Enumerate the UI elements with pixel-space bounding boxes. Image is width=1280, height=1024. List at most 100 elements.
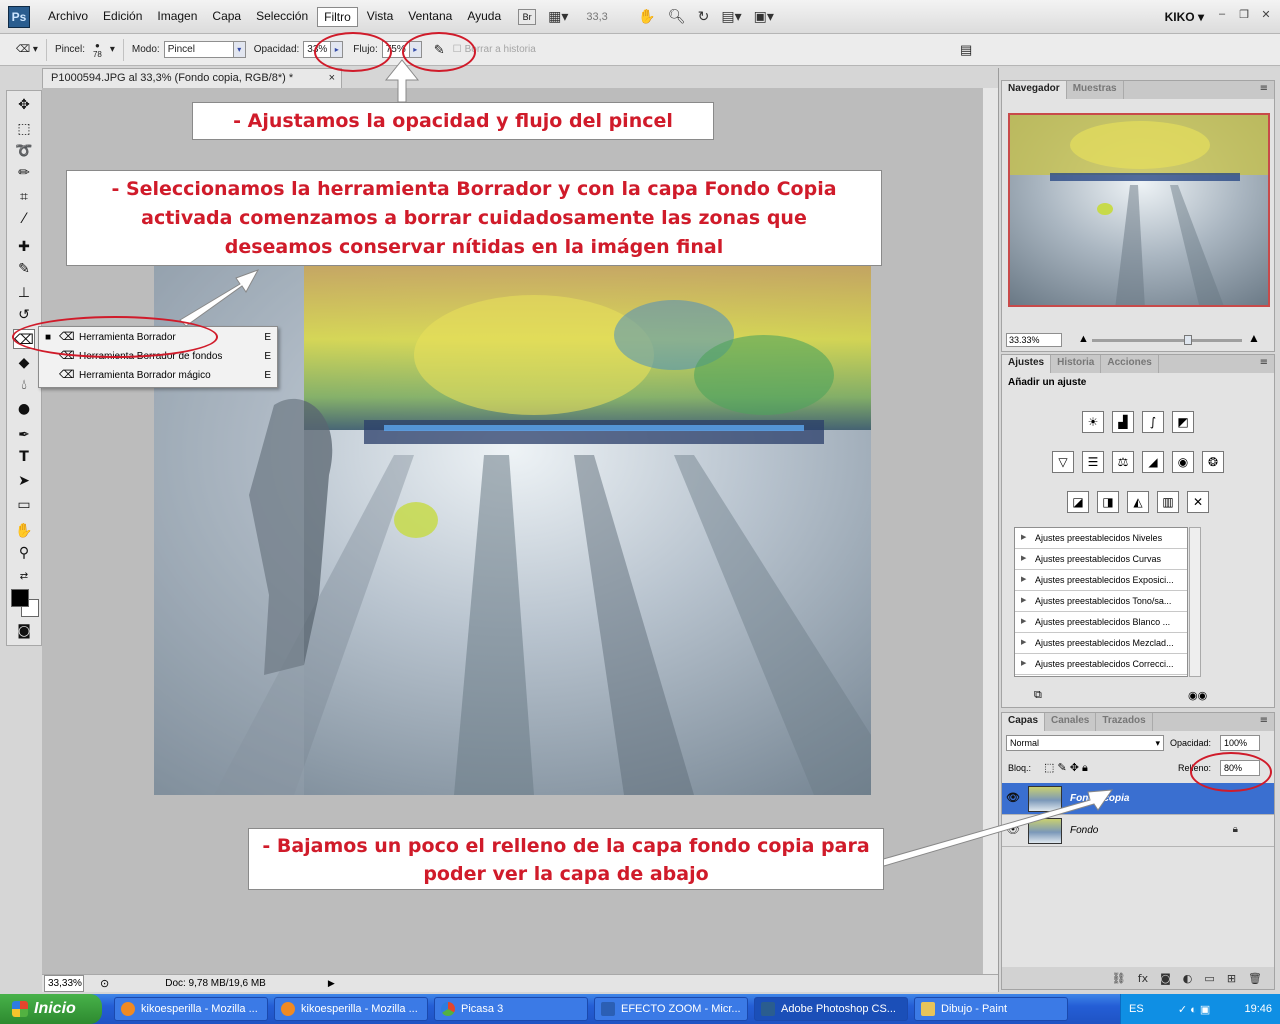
type-tool-icon[interactable]: T <box>13 447 35 467</box>
blend-mode-select[interactable]: Normal ▾ <box>1006 735 1164 751</box>
hand-tool-icon[interactable]: ✋ <box>13 521 35 541</box>
layer-style-icon[interactable]: fx <box>1138 972 1148 985</box>
lock-icons[interactable]: ⬚ ✎ ✥ 🔒︎ <box>1044 761 1088 775</box>
path-select-tool-icon[interactable]: ➤ <box>13 471 35 491</box>
vertical-scrollbar[interactable] <box>982 88 998 974</box>
tab-canales[interactable]: Canales <box>1045 713 1097 731</box>
preset-item[interactable]: Ajustes preestablecidos Niveles <box>1015 528 1187 549</box>
workspace-user[interactable]: KIKO ▾ <box>1165 10 1204 24</box>
status-info-icon[interactable]: ⊙ <box>100 977 109 990</box>
brightness-icon[interactable]: ☀ <box>1082 411 1104 433</box>
add-mask-icon[interactable]: ◙ <box>1160 972 1171 985</box>
tab-capas[interactable]: Capas <box>1002 713 1046 731</box>
healing-brush-tool-icon[interactable]: ✚ <box>13 237 35 257</box>
language-indicator[interactable]: ES <box>1129 1003 1144 1015</box>
tab-ajustes[interactable]: Ajustes <box>1002 355 1052 373</box>
brush-dropdown-icon[interactable]: ▾ <box>110 44 115 55</box>
task-word[interactable]: EFECTO ZOOM - Micr... <box>594 997 748 1021</box>
status-menu-arrow-icon[interactable]: ▶ <box>328 978 335 989</box>
clip-layer-icon[interactable]: ⧉ <box>1034 689 1042 702</box>
menu-capa[interactable]: Capa <box>206 7 247 27</box>
quick-mask-icon[interactable]: ◙ <box>13 621 35 641</box>
blur-tool-icon[interactable]: 💧︎ <box>13 375 35 395</box>
layer-fondo[interactable]: 👁︎ Fondo 🔒︎ <box>1002 815 1274 847</box>
swap-colors-icon[interactable]: ⇄ <box>13 567 35 587</box>
brush-tool-icon[interactable]: ✎ <box>13 259 35 279</box>
layer-fondo-copia[interactable]: 👁︎ Fondo copia <box>1002 783 1274 815</box>
marquee-tool-icon[interactable]: ⬚ <box>13 119 35 139</box>
new-layer-icon[interactable]: ⊞ <box>1227 972 1236 985</box>
task-photoshop[interactable]: Adobe Photoshop CS... <box>754 997 908 1021</box>
task-picasa[interactable]: Picasa 3 <box>434 997 588 1021</box>
menu-seleccion[interactable]: Selección <box>250 7 314 27</box>
preset-item[interactable]: Ajustes preestablecidos Mezclad... <box>1015 633 1187 654</box>
slider-knob[interactable] <box>1184 335 1192 345</box>
mode-select[interactable]: Pincel ▾ <box>163 41 246 58</box>
color-balance-icon[interactable]: ⚖ <box>1112 451 1134 473</box>
opacity-field[interactable]: 33% ▸ <box>303 41 344 58</box>
new-adjustment-icon[interactable]: ◐ <box>1183 972 1193 985</box>
link-layers-icon[interactable]: ⛓ <box>1112 972 1126 985</box>
task-firefox-1[interactable]: kikoesperilla - Mozilla ... <box>114 997 268 1021</box>
brush-picker[interactable]: ● 78 <box>93 41 102 59</box>
zoom-in-icon[interactable]: ▲ <box>1248 331 1260 345</box>
selective-color-icon[interactable]: ✕ <box>1187 491 1209 513</box>
hand-tool-icon[interactable]: ✋ <box>638 8 655 25</box>
vibrance-icon[interactable]: ▽ <box>1052 451 1074 473</box>
preset-item[interactable]: Ajustes preestablecidos Tono/sa... <box>1015 591 1187 612</box>
hue-saturation-icon[interactable]: ☰ <box>1082 451 1104 473</box>
paint-bucket-tool-icon[interactable]: ◆ <box>13 353 35 373</box>
tab-muestras[interactable]: Muestras <box>1067 81 1124 99</box>
bridge-button[interactable]: Br <box>518 8 537 25</box>
panel-menu-icon[interactable]: ≡ <box>1260 715 1268 726</box>
zoom-tool-icon[interactable]: 🔍︎ <box>668 8 686 25</box>
black-white-icon[interactable]: ◢ <box>1142 451 1164 473</box>
minimize-icon[interactable]: – <box>1214 8 1230 22</box>
palette-toggle-icon[interactable]: ▤ <box>960 42 972 58</box>
eraser-tool-icon[interactable]: ⌫ <box>13 329 35 349</box>
panel-menu-icon[interactable]: ≡ <box>1260 83 1268 94</box>
zoom-readout[interactable]: 33,3 <box>586 11 626 23</box>
eye-icon[interactable]: 👁︎ <box>1006 823 1020 836</box>
zoom-tool-icon[interactable]: ⚲ <box>13 543 35 563</box>
curves-icon[interactable]: ∫ <box>1142 411 1164 433</box>
navigator-thumbnail[interactable] <box>1008 113 1270 307</box>
eye-icon[interactable]: 👁︎ <box>1006 791 1020 804</box>
close-icon[interactable]: ✕ <box>1258 8 1274 22</box>
zoom-out-icon[interactable]: ▲ <box>1078 333 1089 345</box>
arrange-documents-icon[interactable]: ▤▾ <box>721 8 741 25</box>
menu-vista[interactable]: Vista <box>361 7 399 27</box>
presets-scrollbar[interactable] <box>1189 527 1201 677</box>
layer-opacity-field[interactable]: 100% <box>1220 735 1260 751</box>
history-brush-tool-icon[interactable]: ↺ <box>13 305 35 325</box>
channel-mixer-icon[interactable]: ❂ <box>1202 451 1224 473</box>
move-tool-icon[interactable]: ✥ <box>13 95 35 115</box>
dodge-tool-icon[interactable]: ● <box>13 399 35 419</box>
fill-field[interactable]: 80% <box>1220 760 1260 776</box>
clone-stamp-tool-icon[interactable]: ⊥ <box>13 283 35 303</box>
tab-historia[interactable]: Historia <box>1051 355 1102 373</box>
posterize-icon[interactable]: ◨ <box>1097 491 1119 513</box>
status-zoom[interactable]: 33,33% <box>44 975 84 992</box>
flow-field[interactable]: 75% ▸ <box>381 41 422 58</box>
new-group-icon[interactable]: ▭ <box>1204 972 1214 985</box>
tab-acciones[interactable]: Acciones <box>1101 355 1159 373</box>
shape-tool-icon[interactable]: ▭ <box>13 495 35 515</box>
tray-icons[interactable]: ✓ ◐ ▣ <box>1178 1003 1210 1016</box>
flyout-item-magic-eraser[interactable]: ⌫ Herramienta Borrador mágico E <box>39 366 279 385</box>
restore-icon[interactable]: ❐ <box>1236 8 1252 22</box>
lasso-tool-icon[interactable]: ➰ <box>13 141 35 161</box>
screen-mode-icon[interactable]: ▣▾ <box>754 8 774 25</box>
document-tab[interactable]: P1000594.JPG al 33,3% (Fondo copia, RGB/… <box>42 68 342 88</box>
threshold-icon[interactable]: ◭ <box>1127 491 1149 513</box>
start-button[interactable]: Inicio <box>0 994 102 1024</box>
airbrush-icon[interactable]: ✎ <box>434 42 445 58</box>
tab-navegador[interactable]: Navegador <box>1002 81 1067 99</box>
task-firefox-2[interactable]: kikoesperilla - Mozilla ... <box>274 997 428 1021</box>
opacity-slider-icon[interactable]: ▸ <box>331 41 344 58</box>
menu-archivo[interactable]: Archivo <box>42 7 94 27</box>
eraser-preset-icon[interactable]: ⌫ ▾ <box>16 44 38 55</box>
quick-select-tool-icon[interactable]: ✏ <box>13 163 35 183</box>
flyout-item-eraser[interactable]: ■ ⌫ Herramienta Borrador E <box>39 328 279 347</box>
foreground-color-swatch[interactable] <box>11 589 29 607</box>
